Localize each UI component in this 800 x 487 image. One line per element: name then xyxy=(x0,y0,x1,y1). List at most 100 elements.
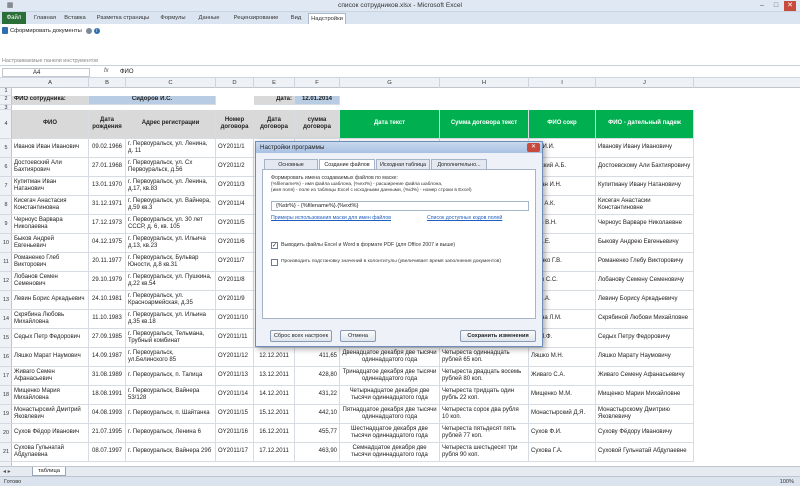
header-fio-short[interactable]: ФИО сокр xyxy=(529,110,596,139)
table-cell-c[interactable]: г. Первоуральск, ул. Ленина, д. 11 xyxy=(126,139,216,158)
table-cell-a[interactable]: Купитман Иван Натанович xyxy=(12,177,89,196)
table-cell-b[interactable]: 09.02.1966 xyxy=(89,139,126,158)
table-cell-h[interactable]: Четыреста сорок два рубля 10 коп. xyxy=(440,405,529,424)
date-label[interactable]: Дата: xyxy=(254,96,295,105)
table-cell-j[interactable]: Иванову Ивану Ивановичу xyxy=(596,139,694,158)
header-fio[interactable]: ФИО xyxy=(12,110,89,139)
header-contract-sum[interactable]: сумма договора xyxy=(295,110,340,139)
tab-review[interactable]: Рецензирование xyxy=(230,13,282,24)
table-cell-a[interactable]: Сухова Гульнатай Абдулаевна xyxy=(12,443,89,462)
column-header-d[interactable]: D xyxy=(216,78,254,88)
table-cell-i[interactable]: Мищенко М.М. xyxy=(529,386,596,405)
employee-value[interactable]: Сидоров И.С. xyxy=(89,96,216,105)
table-cell-d[interactable]: OY2011/15 xyxy=(216,405,254,424)
column-header-h[interactable]: H xyxy=(440,78,529,88)
table-cell-c[interactable]: г. Первоуральск, Ленина 6 xyxy=(126,424,216,443)
reset-settings-button[interactable]: Сброс всех настроек xyxy=(270,330,332,342)
table-cell-h[interactable]: Четыреста двадцать восемь рублей 80 коп. xyxy=(440,367,529,386)
table-cell-i[interactable]: Ляшко М.Н. xyxy=(529,348,596,367)
table-cell-h[interactable]: Четыреста тридцать один рубль 22 коп. xyxy=(440,386,529,405)
row-header[interactable]: 18 xyxy=(0,386,12,405)
table-cell-j[interactable]: Седых Петру Федоровичу xyxy=(596,329,694,348)
table-cell-a[interactable]: Живаго Семен Афанасьевич xyxy=(12,367,89,386)
table-cell-a[interactable]: Быков Андрей Евгеньевич xyxy=(12,234,89,253)
save-changes-button[interactable]: Сохранить изменения xyxy=(460,330,536,342)
cancel-button[interactable]: Отмена xyxy=(340,330,376,342)
table-cell-c[interactable]: г. Первоуральск, ул.Белинского 85 xyxy=(126,348,216,367)
table-cell-b[interactable]: 29.10.1979 xyxy=(89,272,126,291)
table-cell-a[interactable]: Седых Петр Федорович xyxy=(12,329,89,348)
table-cell-i[interactable]: Сухова Г.А. xyxy=(529,443,596,462)
table-cell-j[interactable]: Монастырскому Дмитрию Яковлевичу xyxy=(596,405,694,424)
column-header-j[interactable]: J xyxy=(596,78,694,88)
table-cell-d[interactable]: OY2011/13 xyxy=(216,367,254,386)
table-cell-c[interactable]: г. Первоуральск, ул. Ильича д.13, кв.23 xyxy=(126,234,216,253)
table-cell-j[interactable]: Суховой Гульнатай Абдулаевне xyxy=(596,443,694,462)
header-contract-date[interactable]: Дата договора xyxy=(254,110,295,139)
table-cell-d[interactable]: OY2011/14 xyxy=(216,386,254,405)
row-header[interactable]: 16 xyxy=(0,348,12,367)
table-cell-d[interactable]: OY2011/12 xyxy=(216,348,254,367)
table-cell-f[interactable]: 442,10 xyxy=(295,405,340,424)
table-cell-c[interactable]: г. Первоуральск, ул. 30 лет СССР, д. 6, … xyxy=(126,215,216,234)
row-header[interactable]: 9 xyxy=(0,215,12,234)
table-cell-d[interactable]: OY2011/3 xyxy=(216,177,254,196)
row-header[interactable]: 20 xyxy=(0,424,12,443)
column-header-c[interactable]: C xyxy=(126,78,216,88)
table-cell-j[interactable]: Романенко Глебу Викторовичу xyxy=(596,253,694,272)
info-icon[interactable]: i xyxy=(93,27,100,34)
column-header-g[interactable]: G xyxy=(340,78,440,88)
column-header-b[interactable]: B xyxy=(89,78,126,88)
column-header-f[interactable]: F xyxy=(295,78,340,88)
table-cell-j[interactable]: Сухову Фёдору Ивановичу xyxy=(596,424,694,443)
table-cell-g[interactable]: Двенадцатое декабря две тысячи одиннадца… xyxy=(340,348,440,367)
row-header[interactable]: 8 xyxy=(0,196,12,215)
table-cell-j[interactable]: Достоевскому Али Бахтияровичу xyxy=(596,158,694,177)
table-cell-e[interactable]: 13.12.2011 xyxy=(254,367,295,386)
table-cell-a[interactable]: Монастырский Дмитрий Яковлевич xyxy=(12,405,89,424)
table-cell-b[interactable]: 18.08.1991 xyxy=(89,386,126,405)
header-date-text[interactable]: Дата текст xyxy=(340,110,440,139)
header-sum-text[interactable]: Сумма договора текст xyxy=(440,110,529,139)
table-cell-j[interactable]: Кисегач Анастасии Константиновне xyxy=(596,196,694,215)
table-cell-d[interactable]: OY2011/16 xyxy=(216,424,254,443)
table-cell-b[interactable]: 11.10.1983 xyxy=(89,310,126,329)
date-value[interactable]: 12.01.2014 xyxy=(295,96,340,105)
table-cell-b[interactable]: 31.08.1989 xyxy=(89,367,126,386)
table-cell-d[interactable]: OY2011/8 xyxy=(216,272,254,291)
table-cell-d[interactable]: OY2011/17 xyxy=(216,443,254,462)
table-cell-j[interactable]: Ляшко Марату Наумовичу xyxy=(596,348,694,367)
row-header[interactable]: 12 xyxy=(0,272,12,291)
file-tab[interactable]: Файл xyxy=(2,12,26,24)
table-cell-g[interactable]: Пятнадцатое декабря две тысячи одиннадца… xyxy=(340,405,440,424)
table-cell-f[interactable]: 431,22 xyxy=(295,386,340,405)
table-cell-j[interactable]: Мищенко Марии Михайловне xyxy=(596,386,694,405)
row-header[interactable]: 13 xyxy=(0,291,12,310)
table-cell-j[interactable]: Черноус Варваре Николаевне xyxy=(596,215,694,234)
table-cell-d[interactable]: OY2011/10 xyxy=(216,310,254,329)
row-header[interactable]: 7 xyxy=(0,177,12,196)
table-cell-b[interactable]: 21.07.1995 xyxy=(89,424,126,443)
table-cell-j[interactable]: Купитману Ивану Натановичу xyxy=(596,177,694,196)
row-header[interactable]: 5 xyxy=(0,139,12,158)
table-cell-g[interactable]: Шестнадцатое декабря две тысячи одиннадц… xyxy=(340,424,440,443)
row-header[interactable]: 10 xyxy=(0,234,12,253)
table-cell-d[interactable]: OY2011/7 xyxy=(216,253,254,272)
row-header[interactable]: 21 xyxy=(0,443,12,462)
table-cell-a[interactable]: Ляшко Марат Наумович xyxy=(12,348,89,367)
table-cell-c[interactable]: г. Первоуральск, ул. Вайнера, д.59 кв.3 xyxy=(126,196,216,215)
table-cell-c[interactable]: г. Первоуральск, Бульвар Юности, д.8 кв.… xyxy=(126,253,216,272)
table-cell-h[interactable]: Четыреста пятьдесят пять рублей 77 коп. xyxy=(440,424,529,443)
table-cell-b[interactable]: 27.09.1985 xyxy=(89,329,126,348)
tab-formulas[interactable]: Формулы xyxy=(158,13,188,24)
table-cell-c[interactable]: г. Первоуральск, ул. Красноармейская, д.… xyxy=(126,291,216,310)
table-cell-i[interactable]: Живаго С.А. xyxy=(529,367,596,386)
table-cell-a[interactable]: Черноус Варвара Николаевна xyxy=(12,215,89,234)
table-cell-d[interactable]: OY2011/9 xyxy=(216,291,254,310)
table-cell-d[interactable]: OY2011/4 xyxy=(216,196,254,215)
table-cell-f[interactable]: 428,80 xyxy=(295,367,340,386)
table-cell-g[interactable]: Семнадцатое декабря две тысячи одиннадца… xyxy=(340,443,440,462)
table-cell-e[interactable]: 12.12.2011 xyxy=(254,348,295,367)
table-cell-c[interactable]: г. Первоуральск, ул. Сх Первоуральск, д.… xyxy=(126,158,216,177)
name-box[interactable]: A4 xyxy=(2,68,90,77)
